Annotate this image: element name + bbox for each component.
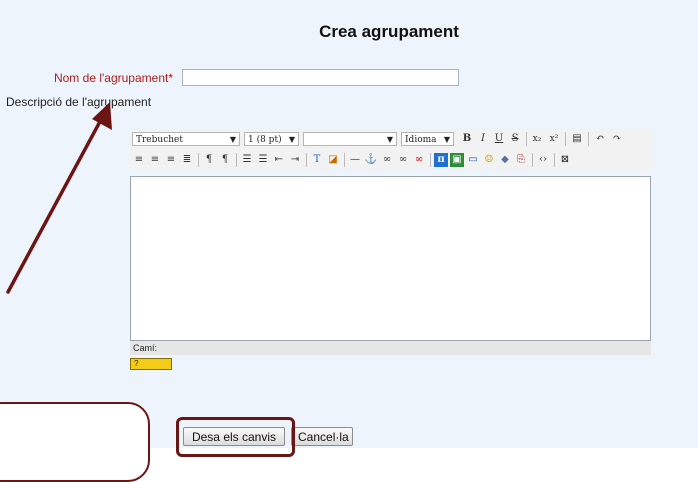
annotation-arrow: [6, 102, 112, 294]
